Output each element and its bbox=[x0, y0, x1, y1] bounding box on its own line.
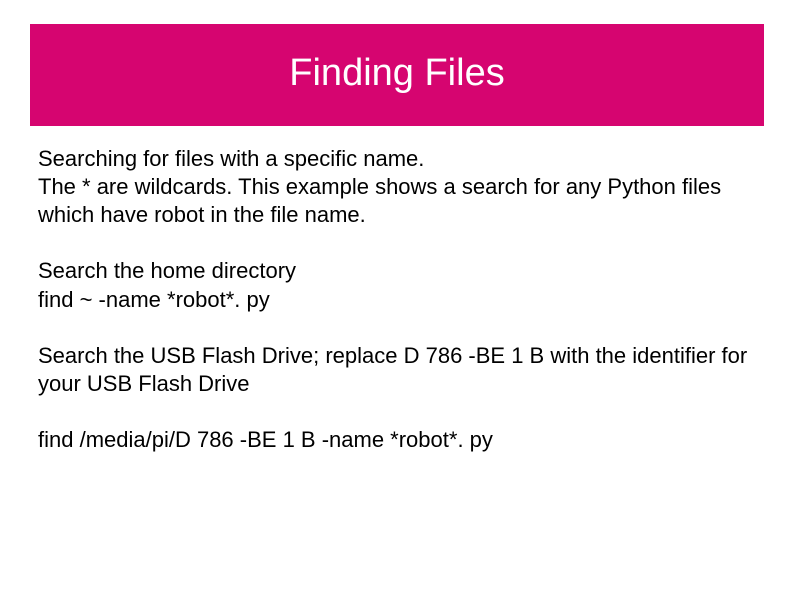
intro-line-2: The * are wildcards. This example shows … bbox=[38, 173, 758, 229]
usb-command-block: find /media/pi/D 786 -BE 1 B -name *robo… bbox=[38, 426, 758, 454]
intro-block: Searching for files with a specific name… bbox=[38, 145, 758, 229]
home-search-label: Search the home directory bbox=[38, 257, 758, 285]
intro-line-1: Searching for files with a specific name… bbox=[38, 145, 758, 173]
page-title: Finding Files bbox=[289, 52, 504, 95]
usb-search-command: find /media/pi/D 786 -BE 1 B -name *robo… bbox=[38, 426, 758, 454]
title-header: Finding Files bbox=[30, 24, 764, 126]
usb-search-block: Search the USB Flash Drive; replace D 78… bbox=[38, 342, 758, 398]
usb-search-label: Search the USB Flash Drive; replace D 78… bbox=[38, 342, 758, 398]
home-search-command: find ~ -name *robot*. py bbox=[38, 286, 758, 314]
home-search-block: Search the home directory find ~ -name *… bbox=[38, 257, 758, 313]
slide-content: Searching for files with a specific name… bbox=[38, 145, 758, 482]
